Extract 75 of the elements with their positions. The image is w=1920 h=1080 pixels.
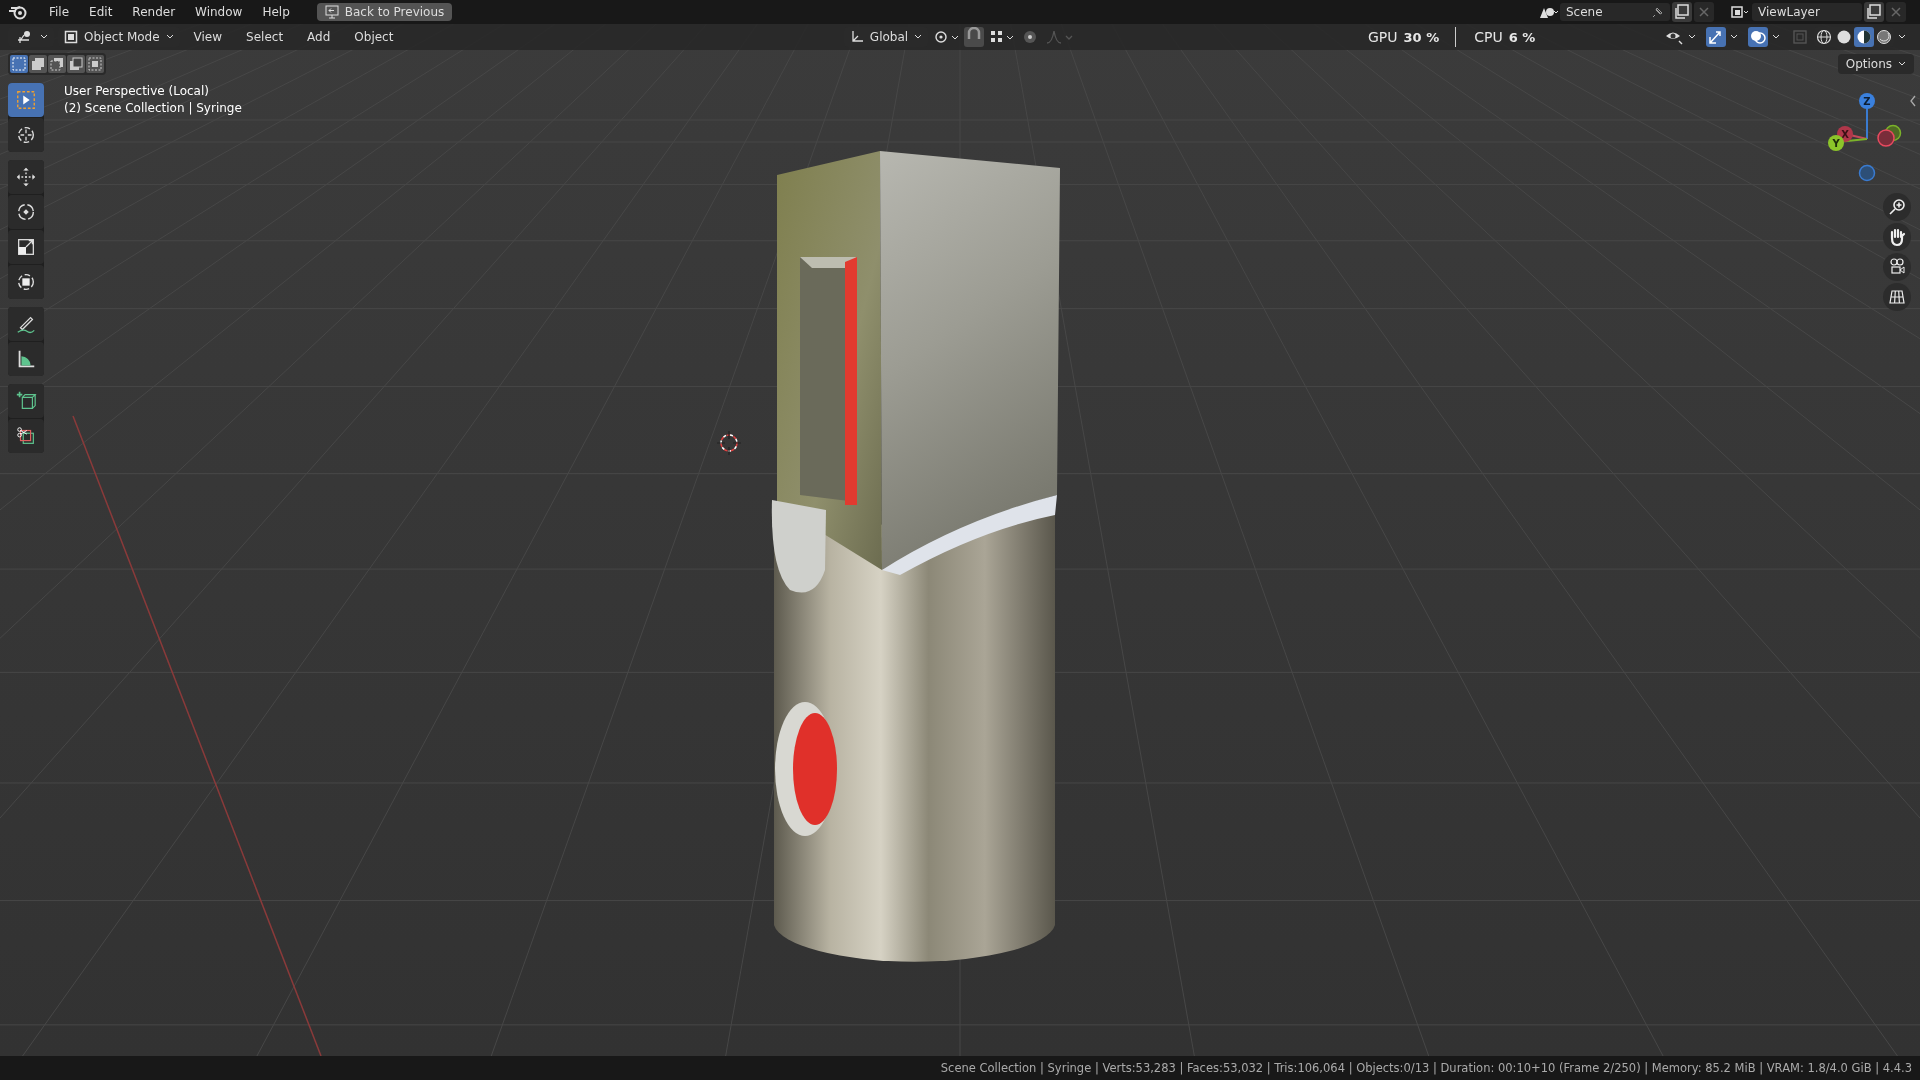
options-dropdown[interactable]: Options (1837, 54, 1914, 74)
caret-icon (1898, 60, 1906, 68)
copy-icon[interactable] (1864, 2, 1884, 22)
select-tool-button[interactable] (8, 83, 44, 117)
wireframe-shading-button[interactable] (1814, 27, 1834, 47)
transform-tool-button[interactable] (8, 265, 44, 299)
rotate-tool-button[interactable] (8, 195, 44, 229)
view-layer-field[interactable]: ViewLayer (1752, 3, 1862, 21)
cut-tool-button[interactable] (8, 419, 44, 453)
blender-logo-icon[interactable] (8, 4, 28, 20)
sidebar-toggle-icon[interactable] (1909, 94, 1917, 108)
menu-item[interactable]: Window (186, 5, 252, 19)
monitor-icon (324, 5, 339, 19)
axes-icon (849, 30, 864, 44)
scene-field[interactable]: Scene (1560, 3, 1670, 21)
add-cube-icon (15, 390, 37, 412)
selection-mode-button[interactable] (48, 55, 66, 73)
add-cube-tool-button[interactable] (8, 384, 44, 418)
pin-icon[interactable] (1652, 6, 1664, 18)
caret-icon[interactable] (1772, 33, 1780, 41)
menu-item[interactable]: File (40, 5, 79, 19)
header-menu-item[interactable]: Add (297, 30, 341, 44)
move-tool-button[interactable] (8, 160, 44, 194)
selection-mode-button[interactable] (29, 55, 47, 73)
object-mode-icon (64, 30, 78, 44)
transform-icon (15, 271, 37, 293)
status-bar-text: Scene Collection | Syringe | Verts:53,283 | Faces:53,032 | Tris:106,064 | Objects:0/13 | Duration: 00:10+10 (Frame 2/250) | Memory: 85.2 MiB | VRAM: 1.8/4.0 GiB | 4.4.3 (940, 1061, 1912, 1075)
camera-icon[interactable] (1883, 253, 1911, 281)
scale-icon (15, 236, 37, 258)
gpu-value: 30 % (1403, 29, 1440, 45)
header-menu-item[interactable]: View (183, 30, 233, 44)
cpu-value: 6 % (1508, 29, 1536, 45)
rendered-shading-button[interactable] (1874, 27, 1894, 47)
measure-tool-button[interactable] (8, 342, 44, 376)
caret-icon (165, 33, 174, 41)
menu-item[interactable]: Render (123, 5, 185, 19)
caret-icon[interactable] (1688, 33, 1696, 41)
close-icon[interactable] (1886, 2, 1906, 22)
viewport-info-text: User Perspective (Local) (64, 84, 210, 98)
caret-icon[interactable] (1730, 33, 1738, 41)
orthographic-grid-icon[interactable] (1883, 283, 1911, 311)
hand-pan-icon[interactable] (1883, 223, 1911, 251)
scale-tool-button[interactable] (8, 230, 44, 264)
snap-magnet-icon[interactable] (964, 27, 985, 47)
back-to-previous-button[interactable]: Back to Previous (316, 3, 453, 21)
header-menu-item[interactable]: Select (236, 30, 294, 44)
3d-cursor-icon[interactable] (716, 430, 742, 456)
material-preview-button[interactable] (1854, 27, 1874, 47)
cpu-label: CPU (1474, 29, 1503, 45)
caret-icon (40, 33, 48, 41)
close-icon[interactable] (1694, 2, 1714, 22)
menu-item[interactable]: Help (253, 5, 299, 19)
cursor-tool-button[interactable] (8, 118, 44, 152)
selection-mode-button[interactable] (67, 55, 85, 73)
selection-mode-button[interactable] (10, 55, 28, 73)
gizmo-toggle-icon[interactable] (1706, 27, 1726, 47)
copy-icon[interactable] (1672, 2, 1692, 22)
selection-mode-button[interactable] (86, 55, 104, 73)
rotate-icon (15, 201, 37, 223)
view-layer-icon[interactable] (1730, 4, 1750, 20)
viewport-info-text: (2) Scene Collection | Syringe (64, 101, 242, 115)
caret-icon[interactable] (1898, 33, 1906, 41)
gpu-label: GPU (1368, 29, 1398, 45)
menu-item[interactable]: Edit (80, 5, 122, 19)
xray-toggle-icon[interactable] (1790, 27, 1810, 47)
axis-gizmo-drawing[interactable]: X Y Z (1812, 84, 1902, 194)
zoom-icon[interactable] (1883, 193, 1911, 221)
cursor-icon (15, 124, 37, 146)
caret-icon (914, 33, 923, 41)
annotate-tool-button[interactable] (8, 307, 44, 341)
overlays-toggle-icon[interactable] (1748, 27, 1768, 47)
cut-icon (15, 425, 37, 447)
move-icon (15, 166, 37, 188)
header-menu-item[interactable]: Object (344, 30, 404, 44)
select-icon (15, 89, 37, 111)
